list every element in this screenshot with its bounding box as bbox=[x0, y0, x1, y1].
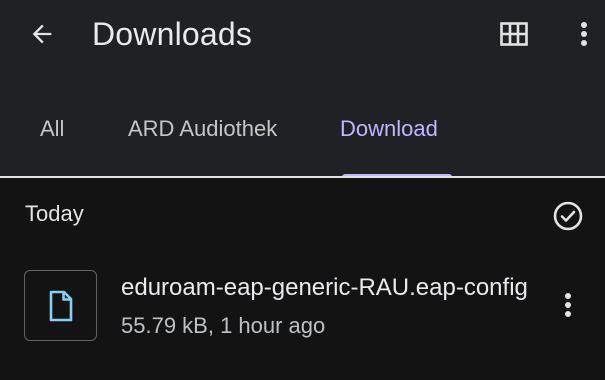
top-bar: Downloads All ARD Audiothek Download bbox=[0, 0, 605, 178]
file-meta: 55.79 kB, 1 hour ago bbox=[121, 313, 326, 338]
back-button[interactable] bbox=[22, 14, 62, 54]
file-icon bbox=[49, 290, 72, 321]
file-name: eduroam-eap-generic-RAU.eap-config bbox=[121, 274, 528, 301]
check-circle-icon bbox=[553, 201, 583, 231]
tab-bar: All ARD Audiothek Download bbox=[0, 96, 605, 178]
tab-ard-audiothek[interactable]: ARD Audiothek bbox=[128, 114, 277, 144]
tab-divider bbox=[0, 176, 605, 178]
grid-view-button[interactable] bbox=[494, 14, 534, 54]
section-header-today: Today bbox=[25, 201, 84, 226]
page-title: Downloads bbox=[92, 16, 253, 52]
grid-view-icon bbox=[500, 22, 528, 46]
select-all-button[interactable] bbox=[548, 196, 588, 236]
more-vert-icon bbox=[581, 22, 587, 46]
tab-download[interactable]: Download bbox=[340, 114, 438, 144]
more-vert-icon bbox=[565, 293, 571, 317]
item-more-options-button[interactable] bbox=[548, 285, 588, 325]
more-options-button[interactable] bbox=[564, 14, 604, 54]
app-bar: Downloads bbox=[0, 0, 605, 68]
arrow-left-icon bbox=[32, 24, 52, 44]
file-thumbnail bbox=[24, 270, 97, 341]
tab-all[interactable]: All bbox=[40, 114, 64, 144]
download-list-item[interactable]: eduroam-eap-generic-RAU.eap-config 55.79… bbox=[0, 258, 605, 354]
